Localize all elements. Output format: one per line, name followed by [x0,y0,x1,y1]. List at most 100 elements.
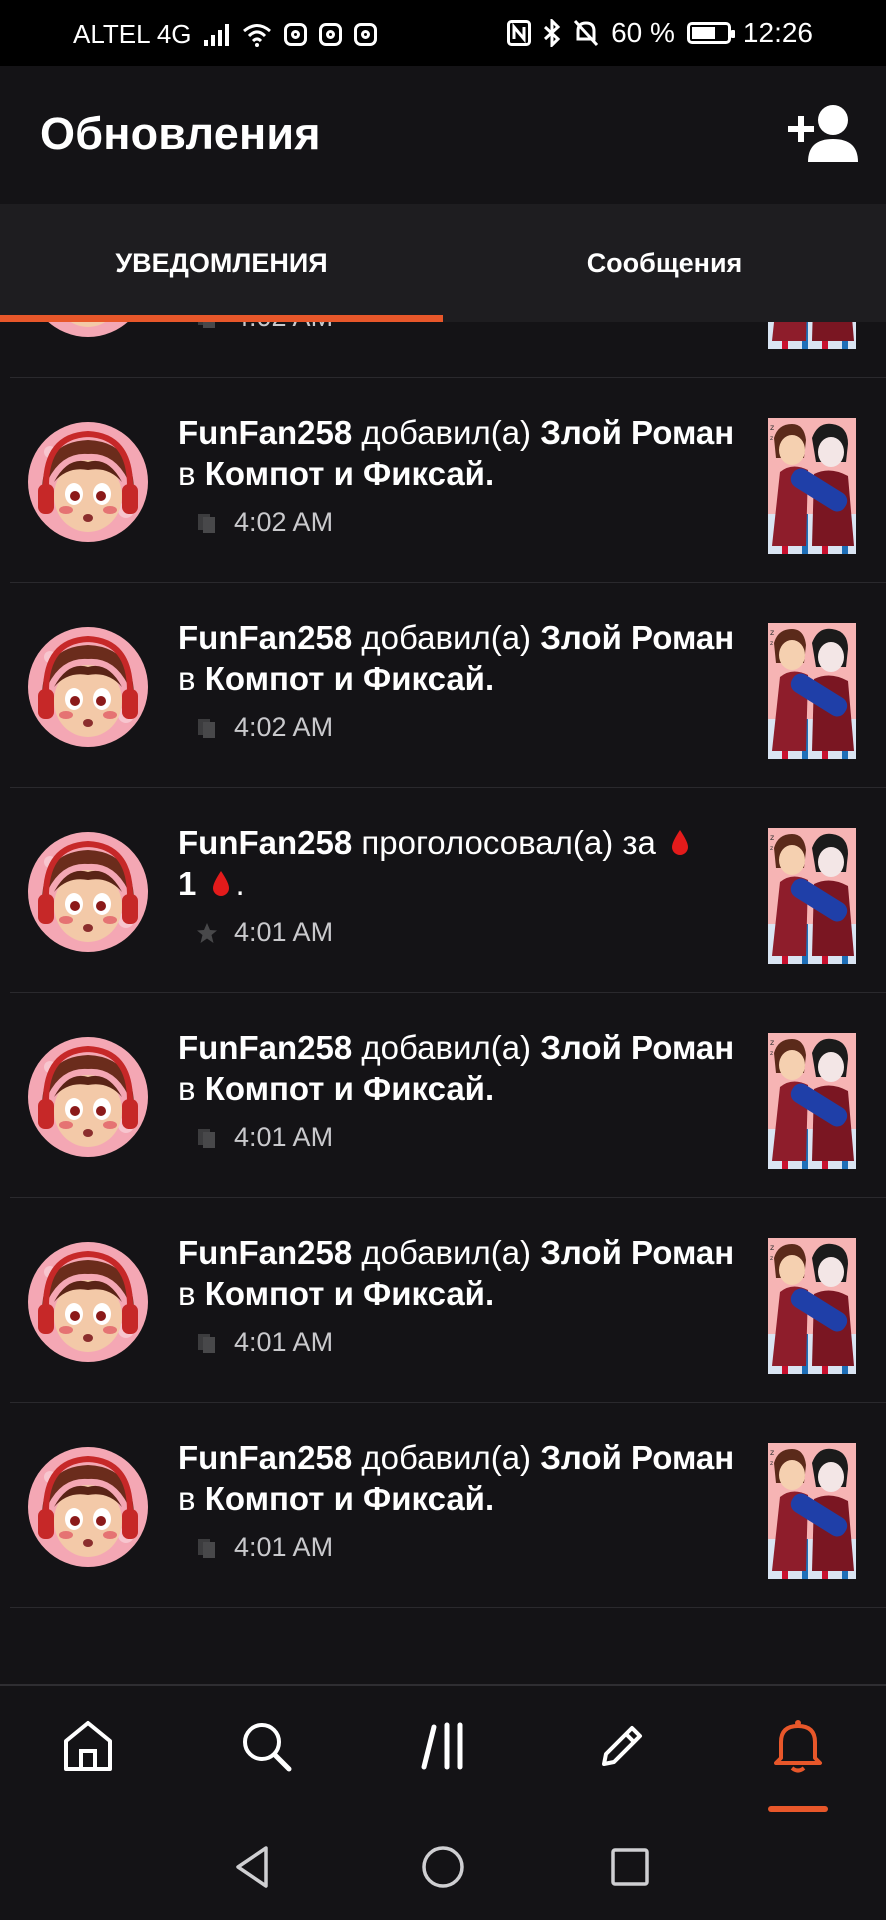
notification-meta: 4:01 AM [196,1532,333,1563]
notification-text: FunFan258 добавил(а) Злой Роман в Компот… [178,1232,738,1314]
notification-action: добавил(а) [361,1029,532,1066]
notification-action: добавил(а) [361,1439,532,1476]
svg-text:z: z [770,1243,774,1252]
app-header: Обновления [0,66,886,204]
battery-icon [686,22,735,44]
carrier-label: ALTEL 4G [73,19,192,49]
notification-object[interactable]: Злой Роман [540,1234,734,1271]
notification-item[interactable]: FunFan258 добавил(а) Злой Роман в Компот… [0,378,886,583]
notification-preposition: в [178,1275,196,1312]
nav-library-button[interactable] [414,1716,474,1776]
library-icon [421,1722,463,1770]
notification-time: 4:02 AM [234,712,334,742]
avatar[interactable] [28,1447,148,1567]
notification-action: добавил(а) [361,619,532,656]
library-icon [198,1128,215,1148]
svg-text:z: z [770,1448,774,1457]
svg-text:z: z [770,628,774,637]
notification-text: FunFan258 добавил(а) Злой Роман в Компот… [178,617,738,699]
tab-notifications[interactable]: УВЕДОМЛЕНИЯ [0,204,443,322]
story-cover-thumbnail[interactable]: z z [768,322,856,349]
notification-object[interactable]: Злой Роман [540,619,734,656]
notification-meta: 4:02 AM [196,712,333,743]
notification-preposition: в [178,660,196,697]
notification-user[interactable]: FunFan258 [178,414,352,451]
status-left: ALTEL 4G [73,19,377,50]
avatar[interactable] [28,627,148,747]
notification-feed[interactable]: FunFan258 добавил(а) Злой Роман в Компот… [0,322,886,1684]
system-nav-bar [0,1812,886,1920]
back-icon[interactable] [228,1842,278,1892]
notification-meta: 4:01 AM [196,917,333,948]
notification-target[interactable]: Компот и Фиксай. [205,1275,494,1312]
svg-text:z: z [770,640,773,647]
wifi-icon [242,23,271,47]
home-circle-icon[interactable] [418,1842,468,1892]
notification-item[interactable]: FunFan258 добавил(а) Злой Роман в Компот… [0,1403,886,1608]
avatar[interactable] [28,1037,148,1157]
nav-write-button[interactable] [592,1716,652,1776]
notification-object[interactable]: Злой Роман [540,1029,734,1066]
notification-item[interactable]: FunFan258 добавил(а) Злой Роман в Компот… [0,583,886,788]
clock: 12:26 [742,17,813,48]
notification-object[interactable]: Злой Роман [540,414,734,451]
notification-text: FunFan258 добавил(а) Злой Роман в Компот… [178,1437,738,1519]
notification-user[interactable]: FunFan258 [178,824,352,861]
bluetooth-icon [544,19,561,47]
instagram-icon [318,23,342,46]
notification-target[interactable]: Компот и Фиксай. [205,1070,494,1107]
notification-user[interactable]: FunFan258 [178,1234,352,1271]
library-icon [198,1333,215,1353]
svg-text:z: z [770,435,773,442]
blood-drop-icon [212,871,229,896]
story-cover-thumbnail[interactable]: z z [768,418,856,554]
svg-text:z: z [770,833,774,842]
star-icon [197,922,217,943]
bell-off-icon [573,19,599,47]
library-icon [198,322,215,328]
notification-suffix: . [235,865,245,902]
notification-object[interactable]: Злой Роман [540,1439,734,1476]
story-cover-thumbnail[interactable]: z z [768,623,856,759]
status-bar: ALTEL 4G 60 % 12:26 [0,0,886,66]
notification-action: проголосовал(а) за [361,824,656,861]
nav-home-button[interactable] [58,1716,118,1776]
tab-bar: УВЕДОМЛЕНИЯ Сообщения [0,204,886,322]
avatar[interactable] [28,422,148,542]
notification-time: 4:02 AM [234,322,333,333]
notification-time: 4:01 AM [234,1532,334,1562]
story-cover-thumbnail[interactable]: z z [768,1033,856,1169]
vote-count: 1 [178,865,197,902]
notification-item[interactable]: FunFan258 добавил(а) Злой Роман в Компот… [0,1198,886,1403]
avatar[interactable] [28,832,148,952]
notification-user[interactable]: FunFan258 [178,1029,352,1066]
home-icon [64,1721,112,1771]
library-icon [198,513,215,533]
instagram-icon [353,23,377,46]
tab-messages[interactable]: Сообщения [443,204,886,322]
notification-item[interactable]: FunFan258 проголосовал(а) за 1 . 4:01 AM… [0,788,886,993]
notification-target[interactable]: Компот и Фиксай. [205,1480,494,1517]
story-cover-thumbnail[interactable]: z z [768,828,856,964]
notification-item[interactable]: FunFan258 добавил(а) Злой Роман в Компот… [0,993,886,1198]
notification-meta: 4:01 AM [196,1122,333,1153]
notification-user[interactable]: FunFan258 [178,619,352,656]
status-right: 60 % 12:26 [507,17,813,49]
nav-notifications-button[interactable] [768,1716,828,1776]
notification-action: добавил(а) [361,1234,532,1271]
notification-user[interactable]: FunFan258 [178,1439,352,1476]
notification-text: FunFan258 добавил(а) Злой Роман в Компот… [178,1027,738,1109]
story-cover-thumbnail[interactable]: z z [768,1238,856,1374]
notification-target[interactable]: Компот и Фиксай. [205,455,494,492]
notification-item[interactable]: FunFan258 добавил(а) Злой Роман в Компот… [0,322,886,378]
avatar[interactable] [28,322,148,337]
avatar[interactable] [28,1242,148,1362]
nav-search-button[interactable] [236,1716,296,1776]
notification-meta: 4:02 AM [196,507,333,538]
battery-label: 60 % [611,17,675,48]
add-user-icon[interactable] [788,102,858,166]
recents-icon[interactable] [605,1842,655,1892]
story-cover-thumbnail[interactable]: z z [768,1443,856,1579]
notification-target[interactable]: Компот и Фиксай. [205,660,494,697]
svg-text:z: z [770,845,773,852]
